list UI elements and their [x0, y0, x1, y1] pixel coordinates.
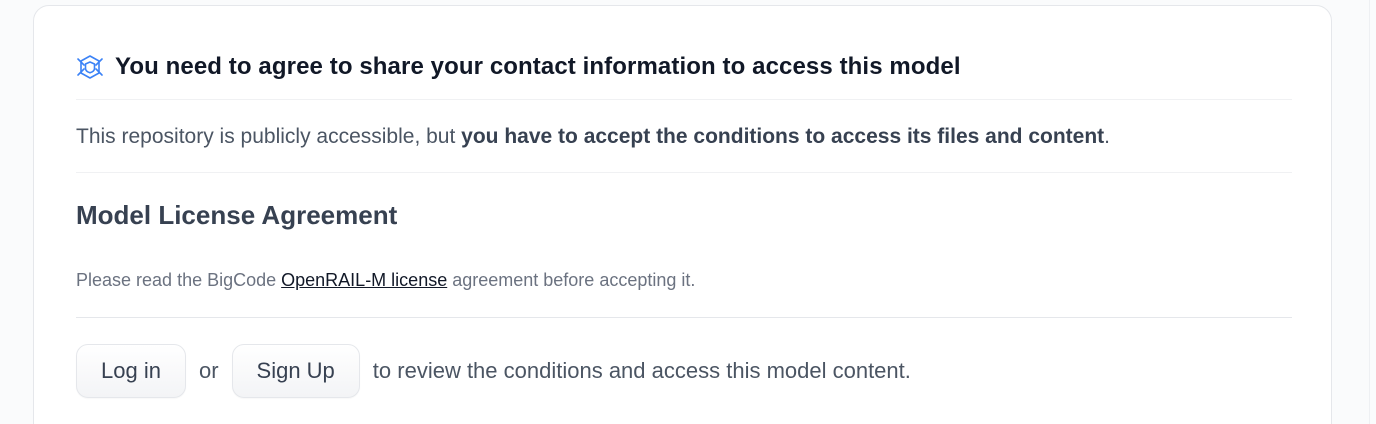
license-link[interactable]: OpenRAIL-M license	[281, 270, 447, 290]
page: You need to agree to share your contact …	[0, 0, 1376, 424]
header-divider	[76, 99, 1292, 100]
license-text-before: Please read the BigCode	[76, 270, 282, 290]
shield-gate-icon	[77, 55, 103, 79]
notice-divider	[76, 172, 1292, 173]
license-description: Please read the BigCode OpenRAIL-M licen…	[76, 267, 1292, 293]
license-text-after: agreement before accepting it.	[447, 270, 696, 290]
gated-access-card: You need to agree to share your contact …	[33, 5, 1332, 424]
notice-emphasis: you have to accept the conditions to acc…	[461, 125, 1105, 148]
gate-title: You need to agree to share your contact …	[115, 53, 961, 80]
review-conditions-text: to review the conditions and access this…	[372, 358, 911, 383]
access-notice: This repository is publicly accessible, …	[76, 122, 1292, 152]
scroll-edge-divider	[1369, 0, 1370, 424]
auth-actions: Log in or Sign Up to review the conditio…	[76, 343, 1292, 399]
actions-divider	[76, 317, 1292, 318]
or-text: or	[198, 358, 219, 383]
login-button[interactable]: Log in	[76, 344, 186, 398]
notice-suffix: .	[1104, 125, 1110, 148]
signup-button[interactable]: Sign Up	[231, 344, 360, 398]
gate-header: You need to agree to share your contact …	[76, 50, 1292, 84]
license-heading: Model License Agreement	[76, 200, 398, 230]
notice-prefix: This repository is publicly accessible, …	[76, 125, 462, 148]
